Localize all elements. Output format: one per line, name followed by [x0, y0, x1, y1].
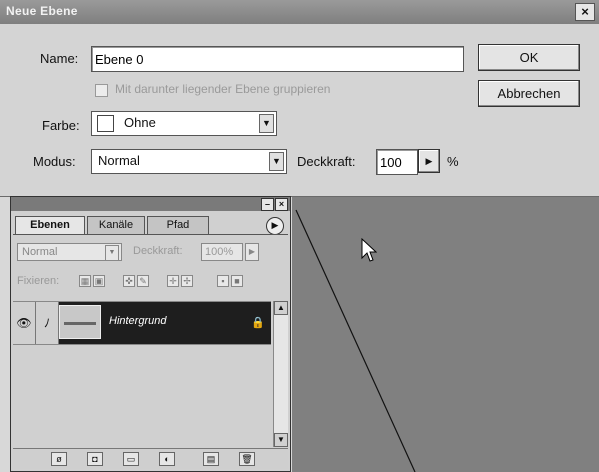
- layer-thumbnail: [59, 305, 101, 339]
- layer-name: Hintergrund: [109, 315, 167, 327]
- palette-opacity-label: Deckkraft:: [133, 245, 183, 257]
- close-icon[interactable]: ×: [275, 198, 288, 211]
- scroll-down-icon[interactable]: ▼: [274, 433, 288, 447]
- brush-icon[interactable]: ﾉ: [36, 302, 59, 344]
- chevron-down-icon: ▼: [105, 245, 119, 261]
- lock-transparency-icon[interactable]: ▦: [79, 275, 91, 287]
- palette-opacity-field[interactable]: 100%: [201, 243, 243, 261]
- trash-icon[interactable]: 🗑: [239, 452, 255, 466]
- tab-divider: [13, 234, 288, 235]
- lock-full-icon[interactable]: ▪: [217, 275, 229, 287]
- lock-check-icon[interactable]: ■: [231, 275, 243, 287]
- lock-all-icon[interactable]: ✎: [137, 275, 149, 287]
- palette-titlebar[interactable]: – ×: [11, 197, 290, 211]
- layer-row[interactable]: 👁 ﾉ Hintergrund 🔒: [13, 301, 271, 345]
- adjustment-layer-icon[interactable]: ◐: [159, 452, 175, 466]
- layers-palette: – × Ebenen Kanäle Pfad ▶ Normal ▼ Deckkr…: [10, 196, 291, 472]
- palette-menu-arrow-icon[interactable]: ▶: [266, 217, 284, 235]
- new-set-icon[interactable]: ▭: [123, 452, 139, 466]
- mouse-cursor-icon: [361, 238, 377, 262]
- layer-style-icon[interactable]: ø: [51, 452, 67, 466]
- new-layer-icon[interactable]: ▤: [203, 452, 219, 466]
- lock-link-icon[interactable]: ✢: [181, 275, 193, 287]
- scroll-up-icon[interactable]: ▲: [274, 301, 288, 315]
- layers-scrollbar[interactable]: ▲ ▼: [273, 301, 288, 447]
- lock-pixels-icon[interactable]: ▣: [93, 275, 105, 287]
- palette-bottom-bar: ø ◘ ▭ ◐ ▤ 🗑: [13, 448, 288, 469]
- mask-icon[interactable]: ◘: [87, 452, 103, 466]
- minimize-icon[interactable]: –: [261, 198, 274, 211]
- palette-opacity-arrow-icon[interactable]: ▶: [245, 243, 259, 261]
- lock-label: Fixieren:: [17, 275, 60, 287]
- lock-icon: 🔒: [251, 317, 265, 329]
- tab-layers[interactable]: Ebenen: [15, 216, 85, 234]
- blend-mode-value: Normal: [22, 246, 58, 258]
- tab-paths[interactable]: Pfad: [147, 216, 209, 234]
- blend-mode-select[interactable]: Normal ▼: [17, 243, 122, 261]
- palette-opacity-value: 100%: [205, 246, 234, 258]
- tab-channels[interactable]: Kanäle: [87, 216, 145, 234]
- eye-icon[interactable]: 👁: [13, 302, 36, 344]
- lock-position-move-icon[interactable]: ✛: [167, 275, 179, 287]
- lock-position-icon[interactable]: ✜: [123, 275, 135, 287]
